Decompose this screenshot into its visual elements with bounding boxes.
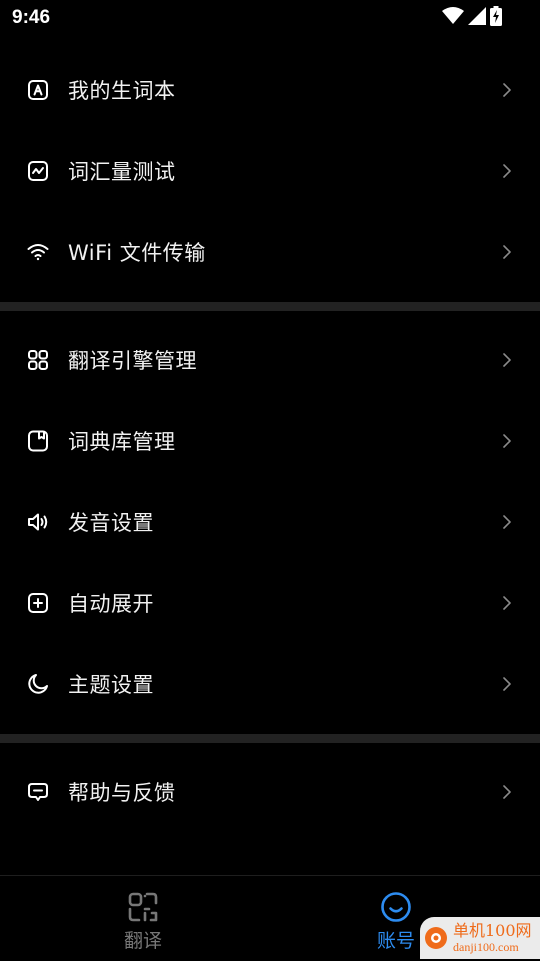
menu-item-theme-settings[interactable]: 主题设置 <box>0 644 540 724</box>
bookmark-icon <box>25 428 51 454</box>
tab-label: 账号 <box>376 930 415 952</box>
plus-box-icon <box>25 590 51 616</box>
menu-item-label: 词典库管理 <box>68 430 176 454</box>
menu-item-label: 主题设置 <box>68 673 154 697</box>
feedback-icon <box>25 779 51 805</box>
menu-item-wifi-transfer[interactable]: WiFi 文件传输 <box>0 212 540 292</box>
section-divider <box>0 302 540 311</box>
watermark-subtitle: danji100.com <box>453 940 519 954</box>
chevron-right-icon <box>502 244 512 260</box>
letter-a-box-icon <box>25 77 51 103</box>
chevron-right-icon <box>502 433 512 449</box>
smile-face-icon <box>379 890 413 924</box>
wifi-icon <box>25 239 51 265</box>
scan-icon <box>126 890 160 924</box>
chevron-right-icon <box>502 595 512 611</box>
menu-item-label: 翻译引擎管理 <box>68 349 197 373</box>
menu-item-label: 发音设置 <box>68 511 154 535</box>
chevron-right-icon <box>502 352 512 368</box>
speaker-icon <box>25 509 51 535</box>
menu-item-translation-engines[interactable]: 翻译引擎管理 <box>0 320 540 400</box>
menu-item-label: 词汇量测试 <box>68 160 176 184</box>
menu-item-vocabulary-book[interactable]: 我的生词本 <box>0 50 540 130</box>
trend-chart-icon <box>25 158 51 184</box>
menu-item-auto-expand[interactable]: 自动展开 <box>0 563 540 643</box>
menu-item-label: 我的生词本 <box>68 79 176 103</box>
chevron-right-icon <box>502 82 512 98</box>
battery-charging-icon <box>490 6 502 26</box>
menu-item-dictionary-library[interactable]: 词典库管理 <box>0 401 540 481</box>
watermark: 单机100网 danji100.com <box>420 917 540 959</box>
watermark-title: 单机100网 <box>453 921 532 940</box>
grid-icon <box>25 347 51 373</box>
chevron-right-icon <box>502 676 512 692</box>
status-icons <box>442 6 502 26</box>
status-bar: 9:46 <box>0 0 540 36</box>
section-divider <box>0 734 540 743</box>
moon-icon <box>25 671 51 697</box>
tab-label: 翻译 <box>123 930 162 952</box>
chevron-right-icon <box>502 163 512 179</box>
watermark-text: 单机100网 danji100.com <box>453 921 532 954</box>
menu-item-label: WiFi 文件传输 <box>68 241 206 265</box>
menu-item-vocabulary-test[interactable]: 词汇量测试 <box>0 131 540 211</box>
chevron-right-icon <box>502 514 512 530</box>
wifi-icon <box>442 7 464 25</box>
watermark-logo-icon <box>424 926 448 950</box>
tab-translate[interactable]: 翻译 <box>83 890 203 954</box>
menu-item-label: 帮助与反馈 <box>68 781 176 805</box>
status-time: 9:46 <box>12 7 51 28</box>
menu-item-help-feedback[interactable]: 帮助与反馈 <box>0 752 540 832</box>
menu-item-pronunciation-settings[interactable]: 发音设置 <box>0 482 540 562</box>
menu-item-label: 自动展开 <box>68 592 154 616</box>
signal-icon <box>468 7 486 25</box>
chevron-right-icon <box>502 784 512 800</box>
